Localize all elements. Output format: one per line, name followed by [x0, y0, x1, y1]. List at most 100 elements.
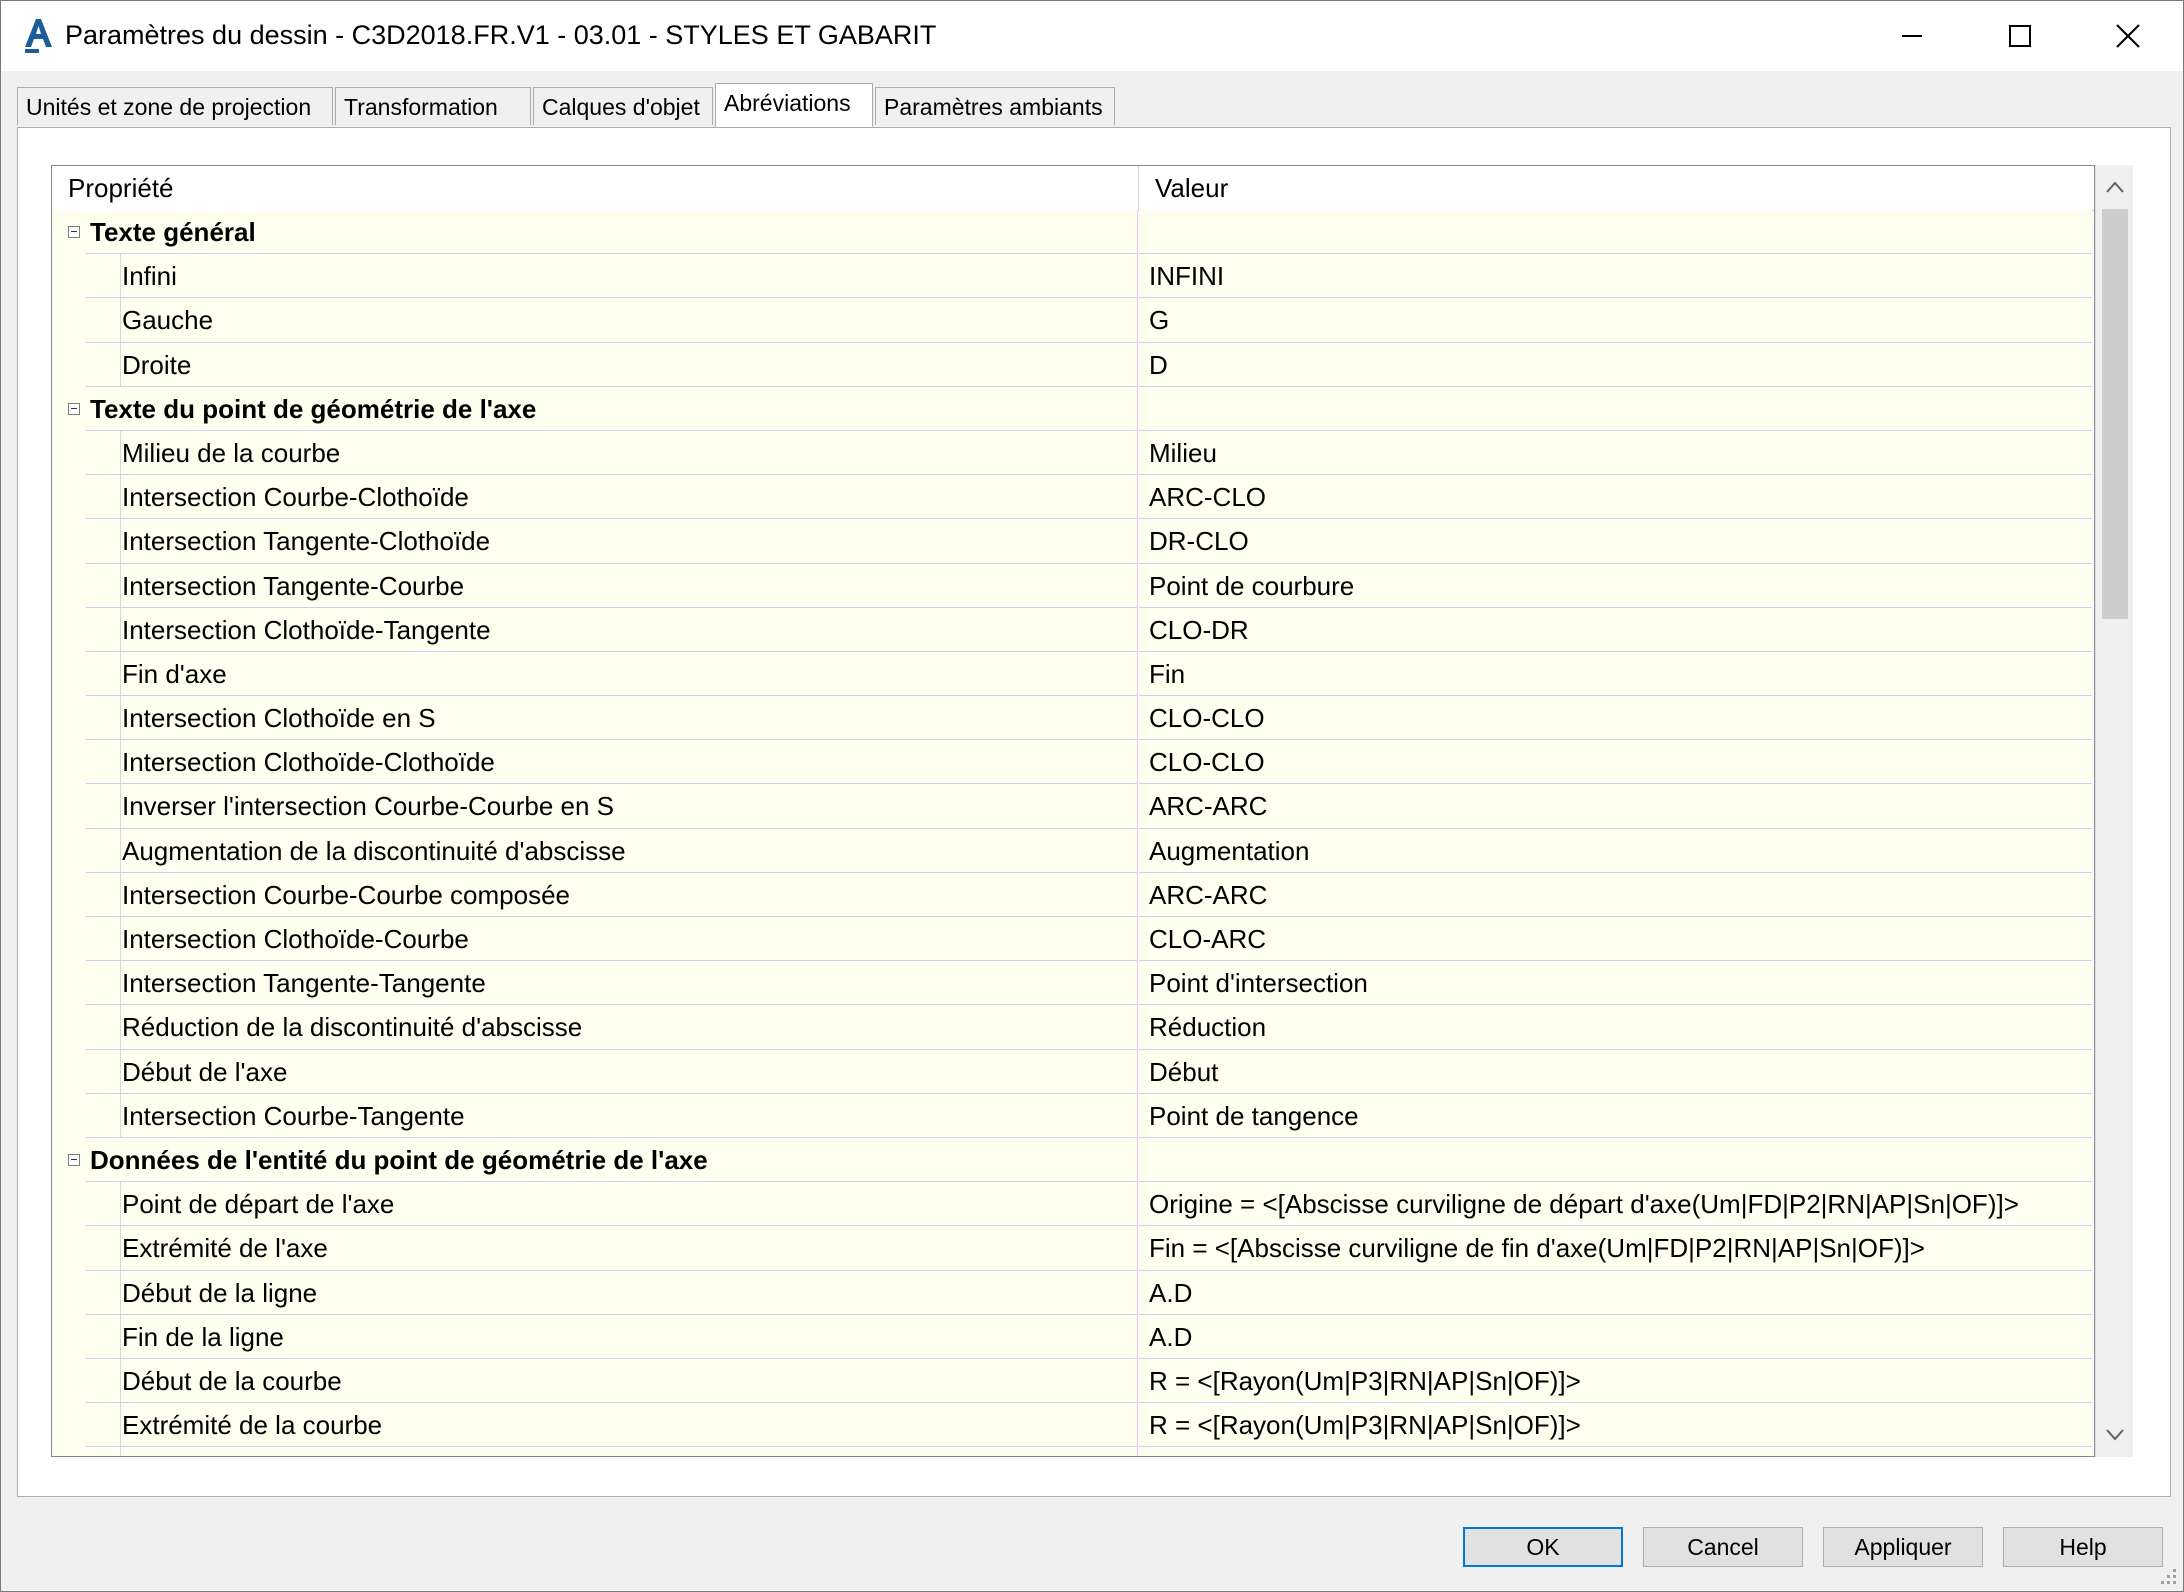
property-row[interactable]: Milieu de la courbe Milieu	[52, 430, 2092, 476]
property-value[interactable]: R = <[Rayon(Um|P3|RN|AP|Sn|OF)]>	[1139, 1358, 2092, 1404]
property-value[interactable]	[1139, 1447, 2092, 1456]
property-row[interactable]: Intersection Clothoïde en S CLO-CLO	[52, 696, 2092, 741]
property-value[interactable]: CLO-DR	[1139, 607, 2092, 652]
scroll-up-button[interactable]	[2096, 169, 2134, 205]
tab-ambient-settings[interactable]: Paramètres ambiants	[875, 87, 1115, 125]
property-row[interactable]: Infini INFINI	[52, 254, 2092, 299]
property-value[interactable]: DR-CLO	[1139, 519, 2092, 564]
property-row[interactable]: Début de la ligne A.D	[52, 1270, 2092, 1315]
property-value[interactable]: CLO-ARC	[1139, 917, 2092, 962]
minimize-button[interactable]	[1859, 1, 1965, 71]
scroll-down-button[interactable]	[2096, 1417, 2134, 1453]
resize-grip-icon[interactable]	[2157, 1565, 2179, 1587]
property-row[interactable]: Droite D	[52, 342, 2092, 387]
property-row[interactable]: Réduction de la discontinuité d'abscisse…	[52, 1005, 2092, 1050]
property-value[interactable]: Point de tangence	[1139, 1093, 2092, 1138]
row-indent	[52, 1358, 86, 1404]
collapse-icon[interactable]	[68, 226, 80, 238]
property-row[interactable]: Intersection Courbe-Courbe composée ARC-A…	[52, 872, 2092, 917]
property-row[interactable]: Inverser l'intersection Courbe-Courbe en…	[52, 784, 2092, 829]
category-row[interactable]: Données de l'entité du point de géométri…	[52, 1137, 2092, 1183]
chevron-down-icon	[2106, 1429, 2124, 1441]
autocad-a-icon	[21, 15, 55, 55]
property-row[interactable]: Augmentation de la discontinuité d'absci…	[52, 828, 2092, 873]
property-row[interactable]: Extrémité de la courbe R = <[Rayon(Um|P3|…	[52, 1403, 2092, 1448]
row-indent	[52, 1226, 86, 1271]
property-row[interactable]: Intersection Clothoïde-Courbe CLO-ARC	[52, 917, 2092, 962]
property-name: Intersection Courbe-Courbe composée	[86, 872, 1138, 917]
row-indent	[52, 254, 86, 299]
property-row[interactable]	[52, 1447, 2092, 1456]
minimize-icon	[1902, 35, 1922, 37]
row-indent	[52, 430, 86, 476]
property-row[interactable]: Fin d'axe Fin	[52, 651, 2092, 697]
property-value[interactable]: Réduction	[1139, 1005, 2092, 1050]
tab-units-projection[interactable]: Unités et zone de projection	[17, 87, 333, 125]
property-value[interactable]: Origine = <[Abscisse curviligne de dépar…	[1139, 1182, 2092, 1227]
scrollbar-thumb[interactable]	[2102, 209, 2128, 619]
collapse-icon[interactable]	[68, 1153, 80, 1166]
property-value[interactable]: Début	[1139, 1049, 2092, 1094]
property-row[interactable]: Intersection Clothoïde-Tangente CLO-DR	[52, 607, 2092, 652]
row-indent	[52, 1137, 86, 1183]
chevron-up-icon	[2106, 181, 2124, 193]
cancel-button[interactable]: Cancel	[1643, 1527, 1803, 1567]
property-row[interactable]: Extrémité de l'axe Fin = <[Abscisse curvi…	[52, 1226, 2092, 1271]
category-row[interactable]: Texte général	[52, 210, 2092, 255]
property-value[interactable]: Fin = <[Abscisse curviligne de fin d'axe…	[1139, 1226, 2092, 1271]
property-row[interactable]: Gauche G	[52, 298, 2092, 343]
row-indent	[52, 961, 86, 1006]
property-row[interactable]: Point de départ de l'axe Origine = <[Absc…	[52, 1182, 2092, 1227]
property-value[interactable]: Fin	[1139, 651, 2092, 697]
property-row[interactable]: Intersection Courbe-Tangente Point de tan…	[52, 1093, 2092, 1138]
property-value[interactable]: R = <[Rayon(Um|P3|RN|AP|Sn|OF)]>	[1139, 1403, 2092, 1448]
property-value	[1139, 1137, 2092, 1183]
property-value[interactable]: CLO-CLO	[1139, 740, 2092, 785]
row-indent	[52, 210, 86, 255]
row-indent	[52, 1182, 86, 1227]
property-name: Début de la ligne	[86, 1270, 1138, 1315]
maximize-icon	[2009, 25, 2031, 47]
apply-button[interactable]: Appliquer	[1823, 1527, 1983, 1567]
row-indent	[52, 1403, 86, 1448]
property-value[interactable]: D	[1139, 342, 2092, 387]
property-name: Droite	[86, 342, 1138, 387]
property-value[interactable]: ARC-ARC	[1139, 872, 2092, 917]
column-header-value[interactable]: Valeur	[1139, 166, 2092, 210]
property-value[interactable]: ARC-CLO	[1139, 475, 2092, 520]
close-button[interactable]	[2075, 1, 2181, 71]
property-row[interactable]: Début de la courbe R = <[Rayon(Um|P3|RN|A…	[52, 1358, 2092, 1404]
help-button[interactable]: Help	[2003, 1527, 2163, 1567]
property-value[interactable]: Milieu	[1139, 430, 2092, 476]
row-indent	[52, 1005, 86, 1050]
collapse-icon[interactable]	[68, 402, 80, 415]
maximize-button[interactable]	[1967, 1, 2073, 71]
row-indent	[52, 298, 86, 343]
tab-transformation[interactable]: Transformation	[335, 87, 531, 125]
ok-button[interactable]: OK	[1463, 1527, 1623, 1567]
category-row[interactable]: Texte du point de géométrie de l'axe	[52, 386, 2092, 431]
property-row[interactable]: Fin de la ligne A.D	[52, 1314, 2092, 1359]
property-row[interactable]: Intersection Tangente-Courbe Point de cou…	[52, 563, 2092, 608]
property-name: Intersection Clothoïde-Clothoïde	[86, 740, 1138, 785]
property-row[interactable]: Intersection Clothoïde-Clothoïde CLO-CLO	[52, 740, 2092, 785]
property-row[interactable]: Début de l'axe Début	[52, 1049, 2092, 1094]
property-row[interactable]: Intersection Courbe-Clothoïde ARC-CLO	[52, 475, 2092, 520]
property-value[interactable]: Point d'intersection	[1139, 961, 2092, 1006]
property-name: Intersection Tangente-Courbe	[86, 563, 1138, 608]
property-value[interactable]: ARC-ARC	[1139, 784, 2092, 829]
property-value[interactable]: Point de courbure	[1139, 563, 2092, 608]
property-row[interactable]: Intersection Tangente-Tangente Point d'in…	[52, 961, 2092, 1006]
property-value[interactable]: G	[1139, 298, 2092, 343]
property-name: Milieu de la courbe	[86, 430, 1138, 476]
tab-object-layers[interactable]: Calques d'objet	[533, 87, 713, 125]
vertical-scrollbar[interactable]	[2095, 165, 2133, 1457]
property-value[interactable]: A.D	[1139, 1270, 2092, 1315]
property-value[interactable]: INFINI	[1139, 254, 2092, 299]
tab-abbreviations[interactable]: Abréviations	[715, 83, 873, 127]
column-header-property[interactable]: Propriété	[52, 166, 1138, 210]
property-value[interactable]: A.D	[1139, 1314, 2092, 1359]
property-value[interactable]: Augmentation	[1139, 828, 2092, 873]
property-value[interactable]: CLO-CLO	[1139, 696, 2092, 741]
property-row[interactable]: Intersection Tangente-Clothoïde DR-CLO	[52, 519, 2092, 564]
